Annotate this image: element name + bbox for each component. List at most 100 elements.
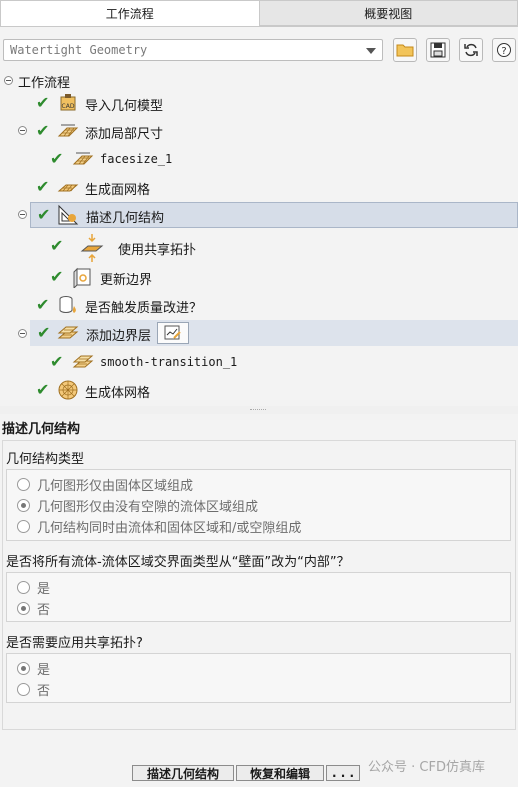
radio-button[interactable] — [17, 520, 30, 533]
option-label: 几何结构同时由流体和固体区域和/或空隙组成 — [37, 521, 302, 536]
tree-item-label: 描述几何结构 — [86, 211, 165, 226]
radio-button[interactable] — [17, 662, 30, 675]
radio-button[interactable] — [17, 602, 30, 615]
volume-mesh-icon — [58, 380, 78, 400]
chevron-down-icon — [366, 48, 376, 54]
folder-icon — [396, 44, 414, 57]
help-button[interactable]: ? — [492, 38, 516, 62]
check-icon: ✔ — [36, 295, 50, 314]
option-label: 几何图形仅由固体区域组成 — [37, 479, 194, 494]
tree-item-import-geometry[interactable]: ✔ CAD 导入几何模型 — [0, 90, 518, 116]
tree-item-label: 生成面网格 — [85, 183, 151, 198]
tree-root-label: 工作流程 — [18, 76, 71, 91]
svg-text:CAD: CAD — [62, 103, 75, 110]
tree-item-label: smooth-transition_1 — [100, 355, 238, 369]
interface-question-label: 是否将所有流体-流体区域交界面类型从“壁面”改为“内部”？ — [6, 555, 350, 570]
panel-title: 描述几何结构 — [2, 422, 81, 437]
check-icon: ✔ — [36, 380, 50, 399]
check-icon: ✔ — [50, 149, 64, 168]
tree-item-label: 使用共享拓扑 — [118, 243, 197, 258]
describe-geometry-icon — [58, 204, 79, 225]
tree-item-add-boundary-layers[interactable]: ✔ 添加边界层 — [30, 320, 518, 346]
mesh-sizing-icon — [72, 152, 94, 165]
shared-topology-icon — [80, 234, 104, 262]
boundary-layer-icon — [57, 326, 79, 339]
tree-item-smooth-transition[interactable]: ✔ smooth-transition_1 — [0, 349, 518, 375]
tab-overview[interactable]: 概要视图 — [259, 0, 518, 26]
open-folder-button[interactable] — [393, 38, 417, 62]
save-button[interactable] — [426, 38, 450, 62]
edit-icon — [164, 325, 181, 340]
option-label: 否 — [37, 603, 51, 618]
refresh-icon — [464, 43, 478, 57]
shared-topology-option-no[interactable]: 否 — [17, 680, 50, 699]
describe-geometry-button[interactable]: 描述几何结构 — [132, 765, 234, 781]
tree-item-update-boundaries[interactable]: ✔ 更新边界 — [0, 264, 518, 290]
geometry-type-option-fluid[interactable]: 几何图形仅由没有空隙的流体区域组成 — [17, 496, 258, 515]
geometry-type-option-solid[interactable]: 几何图形仅由固体区域组成 — [17, 475, 193, 494]
collapse-icon[interactable] — [18, 126, 27, 135]
option-label: 否 — [37, 684, 51, 699]
check-icon: ✔ — [36, 93, 50, 112]
radio-button[interactable] — [17, 478, 30, 491]
interface-question-group: 是 否 — [6, 572, 511, 622]
check-icon: ✔ — [50, 236, 64, 255]
check-icon: ✔ — [37, 205, 51, 224]
tree-item-generate-surface-mesh[interactable]: ✔ 生成面网格 — [0, 174, 518, 200]
edit-settings-button[interactable] — [157, 322, 189, 344]
tree-item-label: facesize_1 — [100, 152, 173, 166]
geometry-type-label: 几何结构类型 — [6, 452, 85, 467]
check-icon: ✔ — [37, 323, 51, 342]
watermark: 公众号 · CFD仿真库 — [368, 760, 485, 775]
boundary-icon — [73, 267, 91, 288]
radio-button[interactable] — [17, 683, 30, 696]
check-icon: ✔ — [36, 177, 50, 196]
collapse-icon[interactable] — [18, 210, 27, 219]
svg-text:?: ? — [501, 46, 506, 57]
tree-item-label: 是否触发质量改进？ — [85, 301, 203, 316]
tree-item-describe-geometry[interactable]: ✔ 描述几何结构 — [30, 202, 518, 228]
splitter-grip — [250, 409, 266, 412]
tree-item-label: 添加边界层 — [86, 329, 152, 344]
option-label: 是 — [37, 663, 51, 678]
collapse-icon[interactable] — [4, 76, 13, 85]
cylinder-icon — [59, 296, 76, 313]
check-icon: ✔ — [50, 352, 64, 371]
surface-mesh-icon — [57, 184, 79, 192]
boundary-layer-icon — [72, 355, 94, 368]
check-icon: ✔ — [50, 267, 64, 286]
tab-bar: 工作流程 概要视图 — [0, 0, 518, 27]
workflow-select[interactable]: Watertight Geometry — [3, 39, 383, 61]
collapse-icon[interactable] — [18, 329, 27, 338]
shared-topology-label: 是否需要应用共享拓扑? — [6, 636, 143, 651]
tree-item-facesize[interactable]: ✔ facesize_1 — [0, 146, 518, 172]
geometry-type-group: 几何图形仅由固体区域组成 几何图形仅由没有空隙的流体区域组成 几何结构同时由流体… — [6, 469, 511, 541]
more-options-button[interactable]: . . . — [326, 765, 360, 781]
radio-button[interactable] — [17, 499, 30, 512]
shared-topology-group: 是 否 — [6, 653, 511, 703]
geometry-type-option-mixed[interactable]: 几何结构同时由流体和固体区域和/或空隙组成 — [17, 517, 301, 536]
workflow-select-value: Watertight Geometry — [10, 43, 148, 57]
tab-workflow[interactable]: 工作流程 — [0, 0, 260, 26]
refresh-button[interactable] — [459, 38, 483, 62]
workflow-toolbar: Watertight Geometry ? — [0, 36, 518, 66]
cad-import-icon: CAD — [60, 94, 76, 111]
option-label: 几何图形仅由没有空隙的流体区域组成 — [37, 500, 259, 515]
tree-item-label: 导入几何模型 — [85, 99, 164, 114]
mesh-sizing-icon — [57, 124, 79, 137]
help-icon: ? — [497, 43, 511, 57]
option-label: 是 — [37, 582, 51, 597]
interface-option-no[interactable]: 否 — [17, 599, 50, 618]
radio-button[interactable] — [17, 581, 30, 594]
revert-and-edit-button[interactable]: 恢复和编辑 — [236, 765, 324, 781]
tree-item-quality-improvement[interactable]: ✔ 是否触发质量改进？ — [0, 292, 518, 318]
tree-item-add-local-sizing[interactable]: ✔ 添加局部尺寸 — [0, 118, 518, 144]
tree-item-label: 更新边界 — [100, 273, 153, 288]
tree-item-label: 添加局部尺寸 — [85, 127, 164, 142]
tree-item-label: 生成体网格 — [85, 386, 151, 401]
tree-item-apply-shared-topology[interactable]: ✔ 使用共享拓扑 — [0, 230, 518, 262]
shared-topology-option-yes[interactable]: 是 — [17, 659, 50, 678]
tree-item-generate-volume-mesh[interactable]: ✔ 生成体网格 — [0, 377, 518, 403]
check-icon: ✔ — [36, 121, 50, 140]
interface-option-yes[interactable]: 是 — [17, 578, 50, 597]
